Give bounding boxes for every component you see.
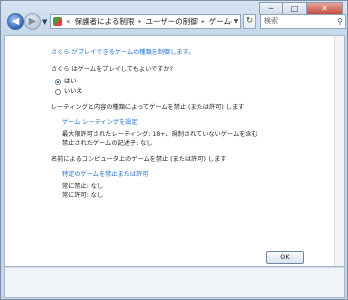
set-game-ratings-link[interactable]: ゲーム レーティングを設定 <box>62 118 321 127</box>
radio-yes-indicator[interactable] <box>55 78 61 85</box>
search-placeholder: 検索 <box>264 17 278 25</box>
bottom-bar <box>4 267 345 298</box>
ok-button[interactable]: OK <box>266 251 304 264</box>
address-dropdown-button[interactable]: ▼ <box>232 14 241 29</box>
blocked-descriptors-text: 禁止されたゲームの記述子: なし <box>62 140 153 147</box>
navigation-bar: ◀ ▶ ▼ « 保護者による制限 ▸ ユーザーの制御 ▸ ゲームの制御 ▼ ↻ … <box>3 11 346 33</box>
search-icon[interactable]: ⚲ <box>337 15 343 28</box>
block-specific-games-link[interactable]: 特定のゲームを禁止または許可 <box>62 170 321 179</box>
parental-controls-window: ─ □ ✕ ◀ ▶ ▼ « 保護者による制限 ▸ ユーザーの制御 ▸ ゲームの制… <box>0 0 348 300</box>
vertical-scrollbar[interactable] <box>334 36 344 266</box>
breadcrumb-separator[interactable]: ▸ <box>138 15 141 28</box>
search-input[interactable]: 検索 ⚲ <box>260 14 346 29</box>
max-rating-text: 最大限許可されたレーティング: 18+、規制されていないゲームを含む <box>62 131 258 138</box>
control-panel-icon <box>53 17 62 26</box>
back-button[interactable]: ◀ <box>7 13 24 30</box>
refresh-button[interactable]: ↻ <box>243 14 256 29</box>
radio-yes[interactable]: はい <box>55 77 321 86</box>
page-title-link[interactable]: さくら がプレイできるゲームの種類を制御します。 <box>51 48 321 57</box>
breadcrumb-more[interactable]: « <box>66 15 71 28</box>
recent-pages-dropdown[interactable]: ▼ <box>42 18 47 26</box>
radio-no-label: いいえ <box>64 88 83 95</box>
breadcrumb-separator[interactable]: ▸ <box>202 15 205 28</box>
radio-no[interactable]: いいえ <box>55 87 321 96</box>
radio-yes-label: はい <box>64 78 77 85</box>
radio-no-indicator[interactable] <box>55 88 61 95</box>
breadcrumb-parental-controls[interactable]: 保護者による制限 <box>75 15 135 28</box>
content-pane: さくら がプレイできるゲームの種類を制御します。 さくら はゲームをプレイしても… <box>4 35 345 267</box>
breadcrumb-user-controls[interactable]: ユーザーの制御 <box>145 15 197 28</box>
allow-games-question: さくら はゲームをプレイしてもよいですか? <box>51 66 173 73</box>
rating-section-heading: レーティングと内容の種類によってゲームを禁止 (または許可) します <box>51 104 245 111</box>
address-bar[interactable]: « 保護者による制限 ▸ ユーザーの制御 ▸ ゲームの制御 <box>50 14 240 29</box>
always-block-text: 常に禁止: なし <box>62 183 104 190</box>
always-allow-text: 常に許可: なし <box>62 192 104 199</box>
name-section-heading: 名前によるコンピュータ上のゲームを禁止 (または許可) します <box>51 156 227 163</box>
forward-button[interactable]: ▶ <box>24 13 41 30</box>
